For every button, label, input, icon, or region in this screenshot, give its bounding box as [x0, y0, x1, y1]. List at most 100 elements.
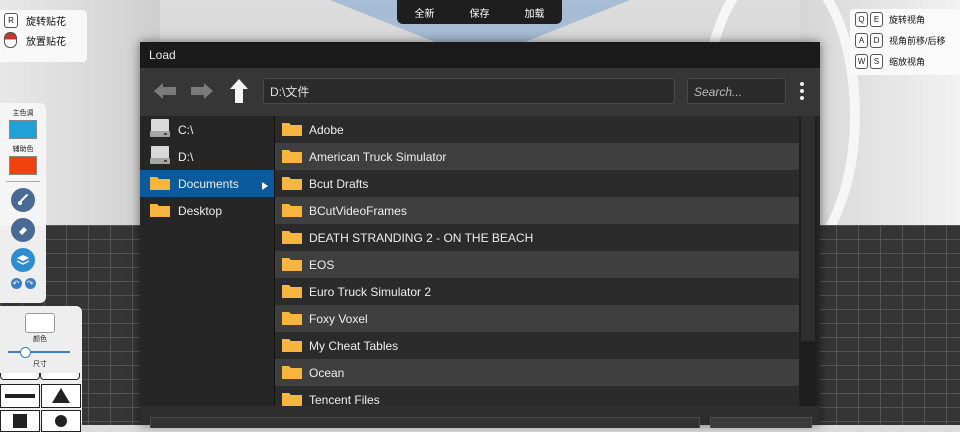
key-s-icon: S — [870, 54, 883, 69]
back-arrow-icon[interactable] — [152, 81, 178, 101]
dialog-toolbar: D:\文件 Search... — [140, 68, 820, 116]
size-label: 尺寸 — [33, 361, 47, 368]
key-e-icon: E — [870, 12, 883, 27]
path-input[interactable]: D:\文件 — [263, 78, 675, 104]
file-name: Adobe — [309, 122, 344, 137]
drive-icon — [149, 145, 171, 168]
hint-label: 缩放视角 — [889, 57, 926, 67]
circle-shape-icon — [55, 415, 67, 427]
secondary-color-swatch[interactable] — [9, 156, 37, 175]
folder-icon — [281, 282, 303, 302]
more-options-icon[interactable] — [796, 80, 808, 104]
circle-shape-button[interactable] — [41, 410, 81, 432]
sidebar-item-label: C:\ — [178, 122, 194, 137]
brush-settings-panel: 颜色 尺寸 — [0, 306, 82, 432]
folder-icon — [281, 228, 303, 248]
file-list-item[interactable]: DEATH STRANDING 2 - ON THE BEACH — [275, 224, 799, 251]
shape-option[interactable] — [40, 373, 80, 380]
load-button[interactable]: 加载 — [525, 5, 545, 20]
brush-color-preview[interactable] — [25, 313, 55, 333]
file-list-item[interactable]: Bcut Drafts — [275, 170, 799, 197]
key-w-icon: W — [855, 54, 868, 69]
file-list-item[interactable]: Tencent Files — [275, 386, 799, 406]
key-d-icon: D — [870, 33, 883, 48]
sidebar-item-c[interactable]: C:\ — [140, 116, 274, 143]
up-arrow-icon[interactable] — [229, 78, 249, 104]
folder-icon — [281, 120, 303, 140]
layers-icon — [16, 255, 30, 265]
forward-arrow-icon[interactable] — [189, 81, 215, 101]
eraser-tool-button[interactable] — [11, 218, 35, 242]
hint-label: 视角前移/后移 — [889, 36, 946, 46]
location-sidebar: C:\ D:\ Documents Desktop — [140, 116, 274, 406]
hint-label: 放置贴花 — [26, 36, 66, 48]
file-name: Ocean — [309, 365, 345, 380]
undo-redo-group: ↶ ↷ — [0, 278, 46, 289]
undo-icon[interactable]: ↶ — [10, 278, 22, 289]
save-button[interactable]: 保存 — [470, 5, 490, 20]
file-name: Tencent Files — [309, 392, 380, 407]
hint-label: 旋转视角 — [889, 15, 926, 25]
primary-color-swatch[interactable] — [9, 120, 37, 139]
file-name: American Truck Simulator — [309, 149, 447, 164]
square-shape-button[interactable] — [0, 410, 40, 432]
line-shape-button[interactable] — [0, 384, 40, 408]
drive-icon — [149, 118, 171, 141]
layers-tool-button[interactable] — [11, 248, 35, 272]
key-q-icon: Q — [855, 12, 868, 27]
folder-icon — [281, 255, 303, 275]
file-name: Euro Truck Simulator 2 — [309, 284, 432, 299]
load-dialog: Load D:\文件 Search... C:\ D:\ Documents Desk… — [140, 42, 820, 428]
brush-icon — [18, 194, 28, 205]
redo-icon[interactable]: ↷ — [24, 278, 36, 289]
hint-rotate-view: Q E 旋转视角 — [850, 9, 960, 30]
file-list-scrollbar[interactable] — [799, 116, 817, 406]
size-slider-track[interactable] — [8, 351, 70, 353]
file-list-item[interactable]: EOS — [275, 251, 799, 278]
file-list-item[interactable]: Ocean — [275, 359, 799, 386]
folder-icon — [281, 336, 303, 356]
square-shape-icon — [13, 414, 27, 428]
triangle-shape-button[interactable] — [41, 384, 81, 408]
secondary-color-label: 辅助色 — [12, 146, 34, 153]
shape-option[interactable] — [0, 373, 40, 380]
brush-tool-button[interactable] — [11, 188, 35, 212]
folder-icon — [281, 390, 303, 407]
file-list-item[interactable]: My Cheat Tables — [275, 332, 799, 359]
file-name: Foxy Voxel — [309, 311, 368, 326]
file-list-item[interactable]: American Truck Simulator — [275, 143, 799, 170]
file-list-item[interactable]: Euro Truck Simulator 2 — [275, 278, 799, 305]
expand-caret-icon[interactable] — [262, 182, 268, 190]
hint-rotate-decal: R 旋转贴花 — [0, 10, 87, 30]
file-name: EOS — [309, 257, 335, 272]
confirm-button[interactable] — [710, 417, 812, 428]
sidebar-item-d[interactable]: D:\ — [140, 143, 274, 170]
sidebar-item-documents[interactable]: Documents — [140, 170, 274, 197]
dialog-title: Load — [140, 42, 820, 68]
folder-icon — [281, 201, 303, 221]
hint-label: 旋转贴花 — [26, 16, 66, 28]
folder-icon — [281, 147, 303, 167]
scrollbar-thumb[interactable] — [801, 116, 815, 341]
divider — [6, 181, 40, 182]
folder-icon — [281, 309, 303, 329]
folder-icon — [281, 363, 303, 383]
file-name: Bcut Drafts — [309, 176, 369, 191]
file-list-item[interactable]: Foxy Voxel — [275, 305, 799, 332]
color-label: 颜色 — [33, 336, 47, 343]
sidebar-item-desktop[interactable]: Desktop — [140, 197, 274, 224]
file-list-item[interactable]: BCutVideoFrames — [275, 197, 799, 224]
paint-tool-panel: 主色调 辅助色 ↶ ↷ — [0, 103, 46, 303]
key-r-icon: R — [4, 12, 18, 28]
hint-zoom-view: W S 缩放视角 — [850, 51, 960, 72]
key-a-icon: A — [855, 33, 868, 48]
new-button[interactable]: 全新 — [415, 5, 435, 20]
size-slider-handle[interactable] — [19, 347, 31, 358]
search-input[interactable]: Search... — [687, 78, 786, 104]
controls-hint-right: Q E 旋转视角 A D 视角前移/后移 W S 缩放视角 — [850, 9, 960, 75]
hint-place-decal: 放置贴花 — [0, 30, 87, 50]
sidebar-item-label: Desktop — [178, 203, 223, 218]
top-toolbar: 全新 保存 加载 — [397, 0, 562, 24]
file-list-item[interactable]: Adobe — [275, 116, 799, 143]
filename-input[interactable] — [150, 417, 700, 428]
